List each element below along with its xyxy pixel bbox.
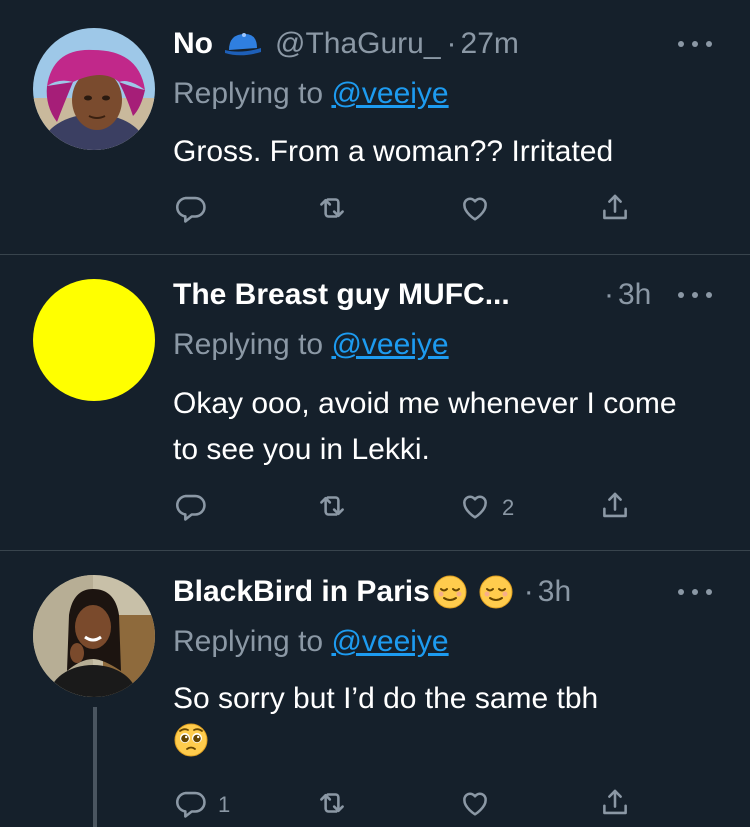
more-icon[interactable]: [678, 39, 712, 49]
share-button[interactable]: [598, 785, 632, 825]
mention-link[interactable]: @veeiye: [331, 625, 448, 658]
tweet-header: The Breast guy MUFC...: [173, 275, 510, 315]
timestamp[interactable]: 3h: [538, 575, 571, 609]
mention-link[interactable]: @veeiye: [331, 77, 448, 110]
share-icon: [598, 191, 632, 230]
share-button[interactable]: [598, 190, 632, 230]
reply-button[interactable]: [174, 190, 218, 230]
timestamp[interactable]: 27m: [461, 27, 519, 61]
more-icon[interactable]: [678, 290, 712, 300]
relieved-face-emoji: [478, 574, 514, 610]
replying-to: Replying to @veeiye: [173, 328, 449, 362]
action-bar: 2: [0, 488, 750, 528]
reply-icon: [174, 191, 208, 230]
retweet-icon: [315, 489, 349, 528]
like-button[interactable]: 2: [458, 488, 514, 528]
tweet[interactable]: The Breast guy MUFC... · 3h Replying to …: [0, 255, 750, 550]
like-count: 2: [502, 495, 515, 520]
tweet[interactable]: BlackBird in Paris · 3h Replying to @vee…: [0, 551, 750, 827]
tweet-meta: · 3h: [604, 275, 651, 315]
reply-icon: [174, 489, 208, 528]
display-name[interactable]: No: [173, 27, 213, 61]
timestamp[interactable]: 3h: [618, 278, 651, 312]
heart-icon: [458, 489, 492, 528]
retweet-icon: [315, 191, 349, 230]
display-name[interactable]: BlackBird in Paris: [173, 575, 430, 609]
tweet-text: So sorry but I’d do the same tbh: [173, 676, 713, 768]
avatar[interactable]: [33, 28, 155, 150]
retweet-button[interactable]: [315, 785, 359, 825]
heart-icon: [458, 786, 492, 825]
tweet-header: BlackBird in Paris · 3h: [173, 572, 571, 612]
replying-label: Replying to: [173, 328, 324, 361]
like-button[interactable]: [458, 190, 502, 230]
separator-dot: ·: [446, 27, 457, 60]
reply-icon: [174, 786, 208, 825]
reply-button[interactable]: 1: [174, 785, 230, 825]
relieved-face-emoji: [432, 574, 468, 610]
action-bar: [0, 190, 750, 230]
heart-icon: [458, 191, 492, 230]
tweet[interactable]: No @ThaGuru_ · 27m Replying to @veeiye G…: [0, 0, 750, 254]
user-handle[interactable]: @ThaGuru_: [275, 27, 441, 61]
action-bar: 1: [0, 785, 750, 825]
retweet-button[interactable]: [315, 488, 359, 528]
more-icon[interactable]: [678, 587, 712, 597]
replying-label: Replying to: [173, 625, 324, 658]
reply-count: 1: [218, 792, 231, 817]
avatar[interactable]: [33, 279, 155, 401]
tweet-text: Gross. From a woman?? Irritated: [173, 135, 614, 168]
share-icon: [598, 786, 632, 825]
replying-to: Replying to @veeiye: [173, 625, 449, 659]
reply-button[interactable]: [174, 488, 218, 528]
tweet-header: No @ThaGuru_ · 27m: [173, 24, 519, 64]
tweet-text: Okay ooo, avoid me whenever I come to se…: [173, 387, 677, 466]
share-button[interactable]: [598, 488, 632, 528]
replying-label: Replying to: [173, 77, 324, 110]
avatar[interactable]: [33, 575, 155, 697]
display-name[interactable]: The Breast guy MUFC...: [173, 278, 510, 312]
separator-dot: ·: [604, 278, 614, 311]
retweet-icon: [315, 786, 349, 825]
tweet-text-content: So sorry but I’d do the same tbh: [173, 682, 599, 715]
pleading-face-emoji: [173, 722, 209, 758]
mention-link[interactable]: @veeiye: [331, 328, 448, 361]
blue-cap-icon: [223, 30, 263, 58]
retweet-button[interactable]: [315, 190, 359, 230]
separator-dot: ·: [523, 575, 534, 608]
replying-to: Replying to @veeiye: [173, 77, 449, 111]
like-button[interactable]: [458, 785, 502, 825]
share-icon: [598, 489, 632, 528]
